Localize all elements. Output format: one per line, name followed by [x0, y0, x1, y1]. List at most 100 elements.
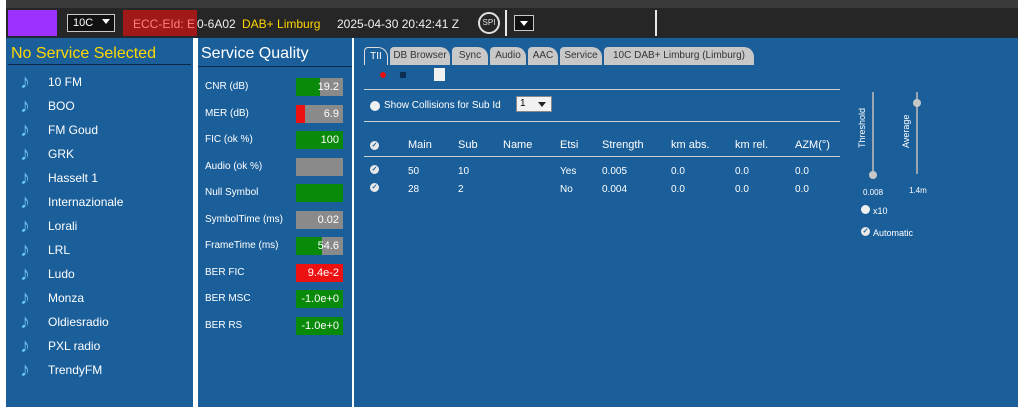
status-color-block	[8, 10, 57, 36]
service-item-label: Lorali	[48, 219, 78, 233]
column-header[interactable]: Name	[503, 139, 532, 151]
chevron-down-icon	[102, 19, 110, 24]
column-header[interactable]: Strength	[602, 139, 644, 151]
service-item[interactable]: ♪ TrendyFM	[20, 360, 190, 380]
service-item[interactable]: ♪ Monza	[20, 288, 190, 308]
ecc-value: 0-6A02	[197, 17, 236, 31]
quality-value: 0.02	[317, 213, 339, 226]
music-note-icon: ♪	[20, 71, 30, 93]
threshold-slider-handle[interactable]	[869, 171, 877, 179]
service-item-label: Hasselt 1	[48, 171, 99, 185]
music-note-icon: ♪	[20, 287, 30, 309]
column-header[interactable]: Main	[408, 139, 432, 151]
divider	[364, 89, 840, 90]
show-collisions-radio[interactable]	[370, 101, 380, 111]
average-value: 1.4m	[909, 186, 927, 195]
table-cell: 0.0	[795, 166, 809, 177]
service-item[interactable]: ♪ PXL radio	[20, 336, 190, 356]
tab-10c-dab-limburg-limburg[interactable]: 10C DAB+ Limburg (Limburg)	[604, 47, 754, 65]
service-item[interactable]: ♪ Lorali	[20, 216, 190, 236]
table-cell: 28	[408, 184, 420, 195]
service-item[interactable]: ♪ 10 FM	[20, 72, 190, 92]
service-item[interactable]: ♪ Internazionale	[20, 192, 190, 212]
service-quality-title: Service Quality	[201, 45, 309, 62]
selected-service-header: No Service Selected	[11, 45, 156, 62]
music-note-icon: ♪	[20, 359, 30, 381]
tab-db-browser[interactable]: DB Browser	[390, 47, 450, 65]
quality-meter	[296, 184, 343, 202]
record-icon[interactable]	[380, 72, 386, 78]
quality-value: 100	[320, 134, 339, 146]
quality-value: 54.6	[317, 240, 339, 252]
quality-label: CNR (dB)	[205, 81, 249, 92]
show-collisions-label: Show Collisions for Sub Id	[384, 100, 501, 111]
spi-button[interactable]: SPI	[478, 12, 500, 34]
tab-sync[interactable]: Sync	[452, 47, 488, 65]
music-note-icon: ♪	[20, 239, 30, 261]
quality-meter: -1.0e+0	[296, 316, 343, 335]
quality-meter	[296, 157, 343, 176]
table-cell: 0.004	[602, 184, 628, 195]
x10-radio[interactable]	[861, 205, 870, 214]
service-item[interactable]: ♪ Ludo	[20, 264, 190, 284]
quality-label: Null Symbol	[205, 187, 259, 198]
menu-dropdown-button[interactable]	[514, 15, 534, 31]
service-item-label: 10 FM	[48, 75, 83, 89]
tab-service[interactable]: Service	[560, 47, 602, 65]
channel-select[interactable]: 10C	[67, 14, 115, 32]
service-item-label: LRL	[48, 243, 71, 257]
quality-label: Audio (ok %)	[205, 160, 263, 172]
quality-meter: -1.0e+0	[296, 290, 343, 308]
channel-value: 10C	[73, 17, 94, 29]
column-header[interactable]: Sub	[458, 139, 478, 151]
service-item-label: Monza	[48, 291, 85, 305]
automatic-label: Automatic	[873, 228, 914, 238]
service-item[interactable]: ♪ Oldiesradio	[20, 312, 190, 332]
service-item-label: GRK	[48, 147, 75, 161]
music-note-icon: ♪	[20, 311, 30, 333]
table-cell: 0.005	[602, 166, 628, 177]
title-strip	[6, 0, 1018, 8]
music-note-icon: ♪	[20, 95, 30, 117]
check-icon[interactable]: ✓	[370, 183, 379, 192]
service-item[interactable]: ♪ GRK	[20, 144, 190, 164]
quality-meter-fill	[296, 104, 306, 123]
service-item-label: Oldiesradio	[48, 315, 109, 329]
tii-pane	[354, 38, 1018, 407]
service-item[interactable]: ♪ FM Goud	[20, 120, 190, 140]
column-header[interactable]: Etsi	[560, 139, 578, 151]
threshold-slider-track[interactable]	[872, 92, 874, 174]
sub-id-select[interactable]: 1	[516, 96, 552, 112]
quality-label: SymbolTime (ms)	[205, 213, 283, 225]
average-label: Average	[901, 114, 911, 148]
service-item[interactable]: ♪ LRL	[20, 240, 190, 260]
service-item[interactable]: ♪ BOO	[20, 96, 190, 116]
quality-meter: 6.9	[296, 104, 343, 123]
column-header[interactable]: km abs.	[671, 139, 710, 151]
service-item[interactable]: ♪ Hasselt 1	[20, 168, 190, 188]
tab-tii[interactable]: TII	[364, 47, 388, 65]
document-icon[interactable]	[434, 68, 445, 81]
service-item-label: Ludo	[48, 267, 75, 281]
divider	[198, 66, 352, 67]
ensemble-name: DAB+ Limburg	[242, 17, 321, 31]
music-note-icon: ♪	[20, 215, 30, 237]
divider	[8, 64, 191, 65]
service-item-label: FM Goud	[48, 123, 99, 137]
tab-audio[interactable]: Audio	[490, 47, 526, 65]
stop-icon[interactable]	[400, 72, 406, 78]
automatic-checkbox[interactable]: ✓	[861, 227, 870, 236]
chevron-down-icon	[538, 102, 546, 107]
service-item-label: TrendyFM	[48, 363, 103, 377]
column-header[interactable]: km rel.	[735, 139, 768, 151]
average-slider-handle[interactable]	[913, 99, 921, 107]
threshold-value: 0.008	[863, 188, 884, 197]
datetime: 2025-04-30 20:42:41 Z	[337, 17, 460, 31]
check-icon[interactable]: ✓	[370, 165, 379, 174]
quality-meter: 9.4e-2	[296, 263, 343, 282]
column-header[interactable]: AZM(°)	[795, 139, 830, 151]
tab-aac[interactable]: AAC	[528, 47, 558, 65]
quality-meter: 100	[296, 131, 343, 149]
threshold-label: Threshold	[857, 107, 867, 148]
check-icon: ✓	[370, 141, 379, 150]
